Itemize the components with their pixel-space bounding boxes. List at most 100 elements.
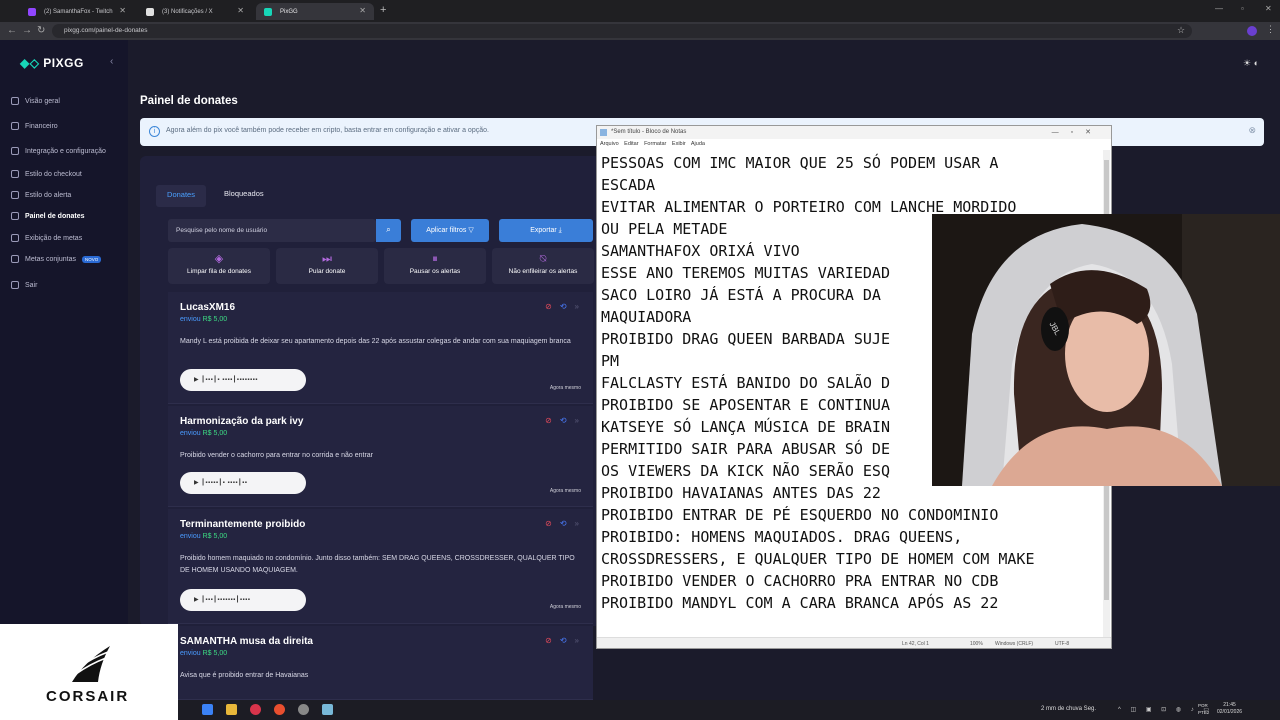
play-icon[interactable]: ▶	[194, 597, 199, 603]
donor-name: SAMANTHA musa da direita	[180, 636, 313, 647]
audio-player[interactable]: ▶ ┃▪▪▪┃▪ ▪▪▪▪┃▪▪▪▪▪▪▪▪	[180, 369, 306, 391]
weather-widget[interactable]: 2 mm de chuva Seg.	[1041, 706, 1096, 712]
sidebar-item-financeiro[interactable]: Financeiro	[11, 122, 58, 130]
sidebar-item-integracao[interactable]: Integração e configuração	[11, 147, 106, 155]
skip-icon[interactable]: »	[575, 416, 579, 425]
donation-amount: enviou R$ 5,00	[180, 533, 228, 540]
webcam-overlay: JBL	[932, 214, 1280, 486]
play-icon[interactable]: ▶	[194, 377, 199, 383]
close-icon[interactable]: ✕	[119, 6, 126, 15]
bell-off-icon: ⍉	[539, 253, 547, 265]
bookmark-star-icon[interactable]: ☆	[1177, 25, 1185, 36]
skip-icon[interactable]: »	[575, 519, 579, 528]
minimize-icon[interactable]: —	[1215, 4, 1223, 13]
close-icon[interactable]: ✕	[237, 6, 244, 15]
file-explorer-icon[interactable]	[226, 704, 237, 715]
card-controls: ⊘ ⟲ »	[545, 302, 579, 311]
pixgg-logo[interactable]: ◆◇ PIXGG	[20, 56, 84, 70]
info-icon: i	[149, 126, 160, 137]
wallet-icon	[11, 122, 19, 130]
clear-queue-button[interactable]: ◈ Limpar fila de donates	[168, 248, 270, 284]
donation-amount: enviou R$ 5,00	[180, 316, 228, 323]
skip-icon[interactable]: »	[575, 302, 579, 311]
donation-time: Agora mesmo	[549, 488, 581, 494]
tab-bloqueados[interactable]: Bloqueados	[224, 189, 264, 198]
play-icon[interactable]: ▶	[194, 480, 199, 486]
card-controls: ⊘ ⟲ »	[545, 519, 579, 528]
users-icon	[11, 255, 19, 263]
banner-text: Agora além do pix você também pode receb…	[166, 127, 489, 134]
notepad-taskbar-icon[interactable]	[322, 704, 333, 715]
no-queue-alerts-button[interactable]: ⍉ Não enfileirar os alertas	[492, 248, 594, 284]
sidebar-item-sair[interactable]: Sair	[11, 281, 37, 289]
app-icon[interactable]	[250, 704, 261, 715]
taskbar	[178, 700, 1280, 720]
sidebar-item-checkout[interactable]: Estilo do checkout	[11, 170, 82, 178]
reload-icon[interactable]: ↻	[37, 25, 45, 36]
profile-avatar[interactable]	[1247, 26, 1257, 36]
audio-player[interactable]: ▶ ┃▪▪▪▪▪┃▪ ▪▪▪▪┃▪▪	[180, 472, 306, 494]
tab-x[interactable]: (3) Notificações / X ✕	[138, 3, 252, 20]
theme-toggle-icon[interactable]: ☀ ◐	[1243, 58, 1259, 69]
replay-icon[interactable]: ⟲	[560, 519, 567, 528]
search-icon: ⌕	[386, 225, 391, 234]
sidebar-item-metas-conjuntas[interactable]: Metas conjuntas NOVO	[11, 255, 102, 263]
menu-icon[interactable]: ⋮	[1266, 24, 1275, 35]
skip-icon: ⏭	[322, 253, 332, 265]
star-icon	[11, 234, 19, 242]
collapse-sidebar-icon[interactable]: ‹	[110, 56, 113, 67]
new-tab-button[interactable]: +	[380, 4, 386, 16]
list-icon	[11, 212, 19, 220]
pause-alerts-button[interactable]: ⏸ Pausar os alertas	[384, 248, 486, 284]
sidebar-item-metas[interactable]: Exibição de metas	[11, 234, 82, 242]
replay-icon[interactable]: ⟲	[560, 302, 567, 311]
sidebar-item-alerta[interactable]: Estilo do alerta	[11, 191, 71, 199]
cart-icon	[11, 170, 19, 178]
address-bar-row: ← → ↻ pixgg.com/painel-de-donates ☆ ⋮	[0, 22, 1280, 40]
audio-player[interactable]: ▶ ┃▪▪▪┃▪▪▪▪▪▪▪┃▪▪▪▪	[180, 589, 306, 611]
sidebar-item-visao-geral[interactable]: Visão geral	[11, 97, 60, 105]
block-icon[interactable]: ⊘	[545, 416, 552, 425]
donation-card: Harmonização da park ivy enviou R$ 5,00 …	[168, 406, 593, 507]
language-indicator[interactable]: POR PTB2	[1198, 702, 1209, 716]
copilot-icon[interactable]	[202, 704, 213, 715]
pause-icon: ⏸	[432, 253, 438, 265]
donor-name: Harmonização da park ivy	[180, 416, 304, 427]
close-window-icon[interactable]: ✕	[1265, 4, 1272, 13]
close-banner-icon[interactable]: ⊗	[1248, 125, 1256, 136]
donation-message: Mandy L está proibida de deixar seu apar…	[180, 338, 571, 345]
forward-icon[interactable]: →	[22, 25, 32, 36]
obs-icon[interactable]	[298, 704, 309, 715]
tab-pixgg[interactable]: PixGG ✕	[256, 3, 374, 20]
donation-amount: enviou R$ 5,00	[180, 430, 228, 437]
block-icon[interactable]: ⊘	[545, 519, 552, 528]
donation-card: Terminantemente proibido enviou R$ 5,00 …	[168, 509, 593, 624]
block-icon[interactable]: ⊘	[545, 302, 552, 311]
window-controls[interactable]: —▫✕	[1052, 126, 1103, 139]
notepad-menu[interactable]: Arquivo Editar Formatar Exibir Ajuda	[597, 139, 1111, 150]
donor-name: LucasXM16	[180, 302, 236, 313]
replay-icon[interactable]: ⟲	[560, 416, 567, 425]
tab-twitch[interactable]: (2) SamanthaFox - Twitch ✕	[20, 3, 134, 20]
x-icon	[146, 8, 154, 16]
sidebar-item-painel-donates[interactable]: Painel de donates	[11, 212, 85, 220]
close-icon[interactable]: ✕	[359, 6, 366, 15]
search-button[interactable]: ⌕	[376, 219, 401, 242]
back-icon[interactable]: ←	[7, 25, 17, 36]
replay-icon[interactable]: ⟲	[560, 636, 567, 645]
tab-donates[interactable]: Donates	[156, 185, 206, 207]
donor-name: Terminantemente proibido	[180, 519, 306, 530]
corsair-overlay	[0, 624, 178, 720]
chrome-icon[interactable]	[274, 704, 285, 715]
card-controls: ⊘ ⟲ »	[545, 636, 579, 645]
maximize-icon[interactable]: ▫	[1241, 4, 1244, 13]
block-icon[interactable]: ⊘	[545, 636, 552, 645]
url-field[interactable]: pixgg.com/painel-de-donates	[52, 24, 1192, 38]
search-input[interactable]: Pesquise pelo nome de usuário	[168, 219, 376, 242]
skip-donate-button[interactable]: ⏭ Pular donate	[276, 248, 378, 284]
export-button[interactable]: Exportar ⤓	[499, 219, 593, 242]
skip-icon[interactable]: »	[575, 636, 579, 645]
notepad-titlebar: *Sem título - Bloco de Notas —▫✕	[597, 126, 1111, 139]
apply-filters-button[interactable]: Aplicar filtros ▽	[411, 219, 489, 242]
clock[interactable]: 21:45 02/01/2026	[1217, 702, 1242, 716]
